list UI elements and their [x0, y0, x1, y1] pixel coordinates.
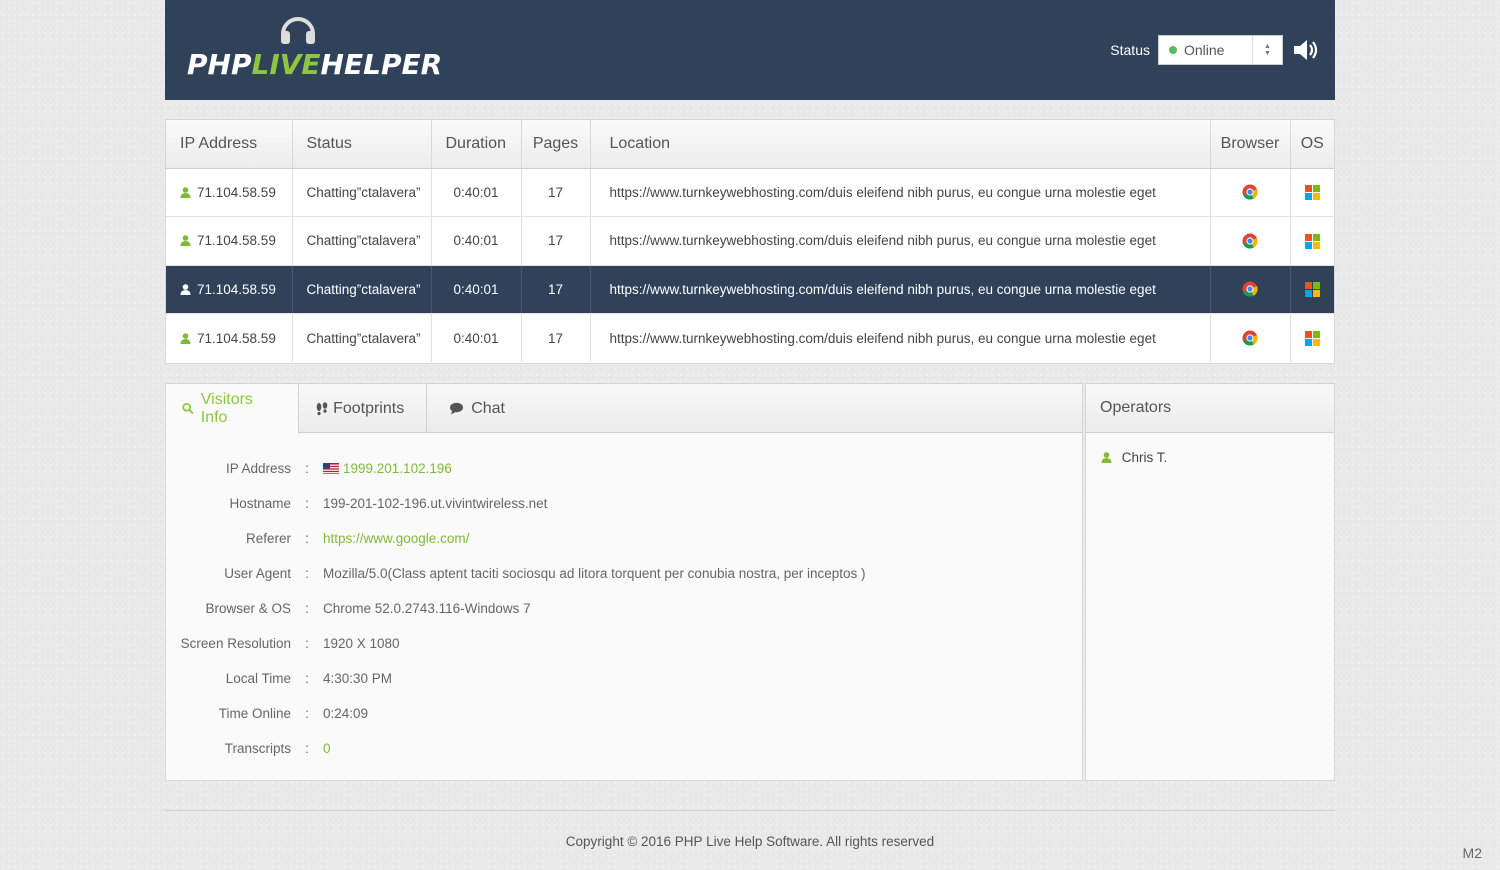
- col-ip-address[interactable]: IP Address: [166, 120, 293, 169]
- cell-duration: 0:40:01: [431, 265, 522, 314]
- tab-footprints[interactable]: Footprints: [299, 384, 428, 433]
- info-row-ip: IP Address : 1999.201.102.196: [225, 461, 452, 476]
- status-label: Status: [1110, 42, 1150, 58]
- cell-pages: 17: [521, 313, 591, 362]
- online-dot-icon: [1169, 46, 1177, 54]
- cell-browser: [1210, 265, 1291, 314]
- logo[interactable]: PHPLIVEHELPER: [187, 12, 442, 87]
- table-header-row: IP Address Status Duration Pages Locatio…: [166, 120, 1334, 169]
- logo-text: PHPLIVEHELPER: [187, 48, 443, 81]
- col-location[interactable]: Location: [590, 120, 1211, 169]
- operators-title: Operators: [1086, 384, 1334, 433]
- cell-browser: [1210, 216, 1291, 266]
- cell-ip: 71.104.58.59: [166, 168, 293, 217]
- select-arrows-icon: ▲ ▼: [1252, 36, 1282, 64]
- info-row-resolution: Screen Resolution : 1920 X 1080: [180, 636, 400, 651]
- cell-location[interactable]: https://www.turnkeywebhosting.com/duis e…: [590, 168, 1211, 217]
- info-row-transcripts: Transcripts : 0: [224, 741, 331, 756]
- cell-pages: 17: [521, 265, 591, 314]
- cell-browser: [1210, 313, 1291, 362]
- search-icon: [182, 402, 194, 415]
- windows-icon: [1304, 282, 1320, 298]
- cell-os: [1290, 265, 1334, 314]
- user-icon: [180, 235, 191, 247]
- col-pages[interactable]: Pages: [521, 120, 591, 169]
- info-row-hostname: Hostname : 199-201-102-196.ut.vivintwire…: [229, 496, 548, 511]
- cell-status: Chatting”ctalavera”: [292, 216, 432, 266]
- info-row-user-agent: User Agent : Mozilla/5.0(Class aptent ta…: [224, 566, 866, 581]
- tab-chat[interactable]: Chat: [427, 384, 1082, 433]
- table-row[interactable]: 71.104.58.59 Chatting”ctalavera” 0:40:01 17…: [166, 216, 1334, 266]
- user-icon: [180, 186, 191, 198]
- cell-status: Chatting”ctalavera”: [292, 265, 432, 314]
- chrome-icon: [1242, 330, 1258, 346]
- tab-visitors-info[interactable]: Visitors Info: [166, 384, 300, 434]
- info-row-browser-os: Browser & OS : Chrome 52.0.2743.116-Wind…: [205, 601, 531, 616]
- table-row[interactable]: 71.104.58.59 Chatting”ctalavera” 0:40:01 17…: [166, 168, 1334, 217]
- status-select[interactable]: Online ▲ ▼: [1158, 35, 1283, 65]
- app-container: PHPLIVEHELPER Status Online ▲ ▼ IP Addre…: [165, 0, 1335, 849]
- col-browser[interactable]: Browser: [1210, 120, 1291, 169]
- col-duration[interactable]: Duration: [431, 120, 522, 169]
- cell-os: [1290, 168, 1334, 217]
- cell-os: [1290, 314, 1334, 363]
- cell-os: [1290, 216, 1334, 266]
- cell-status: Chatting”ctalavera”: [292, 313, 432, 362]
- transcripts-link[interactable]: 0: [323, 741, 331, 756]
- cell-pages: 17: [521, 216, 591, 266]
- col-os[interactable]: OS: [1290, 120, 1334, 169]
- copyright-text: Copyright © 2016 PHP Live Help Software.…: [565, 834, 935, 849]
- chrome-icon: [1242, 281, 1258, 297]
- cell-duration: 0:40:01: [431, 313, 522, 362]
- tab-bar: Visitors Info Footprints Chat: [166, 384, 1082, 434]
- windows-icon: [1304, 185, 1320, 201]
- chrome-icon: [1242, 233, 1258, 249]
- visitor-info-panel: Visitors Info Footprints Chat IP Address…: [165, 383, 1083, 781]
- us-flag-icon: [323, 463, 339, 474]
- windows-icon: [1304, 233, 1320, 249]
- speaker-icon[interactable]: [1291, 35, 1321, 65]
- operators-panel: Operators Chris T.: [1085, 383, 1335, 781]
- user-icon: [1101, 452, 1112, 463]
- footer-divider: [165, 810, 1335, 811]
- status-value: Online: [1184, 42, 1225, 58]
- table-row[interactable]: 71.104.58.59 Chatting”ctalavera” 0:40:01 17…: [166, 265, 1334, 314]
- cell-browser: [1210, 168, 1291, 217]
- visitor-info-list: IP Address : 1999.201.102.196 Hostname :…: [166, 433, 1082, 766]
- cell-duration: 0:40:01: [431, 168, 522, 217]
- table-row[interactable]: 71.104.58.59 Chatting”ctalavera” 0:40:01 17…: [166, 313, 1334, 363]
- cell-location[interactable]: https://www.turnkeywebhosting.com/duis e…: [590, 265, 1211, 314]
- cell-duration: 0:40:01: [431, 216, 522, 266]
- cell-location[interactable]: https://www.turnkeywebhosting.com/duis e…: [590, 216, 1211, 266]
- cell-pages: 17: [521, 168, 591, 217]
- user-icon: [180, 283, 191, 295]
- user-icon: [180, 332, 191, 344]
- info-row-local-time: Local Time : 4:30:30 PM: [225, 671, 393, 686]
- ip-value[interactable]: 1999.201.102.196: [323, 461, 452, 476]
- chat-bubble-icon: [450, 402, 464, 415]
- top-header: PHPLIVEHELPER Status Online ▲ ▼: [165, 0, 1335, 100]
- info-row-referer: Referer : https://www.google.com/: [245, 531, 470, 546]
- cell-ip: 71.104.58.59: [166, 313, 293, 362]
- cell-status: Chatting”ctalavera”: [292, 168, 432, 217]
- status-area: Status Online ▲ ▼: [1110, 35, 1321, 65]
- cell-ip: 71.104.58.59: [166, 216, 293, 266]
- corner-label: M2: [1462, 845, 1482, 861]
- referer-link[interactable]: https://www.google.com/: [323, 531, 469, 546]
- cell-ip: 71.104.58.59: [166, 265, 293, 314]
- visitors-table: IP Address Status Duration Pages Locatio…: [165, 119, 1335, 364]
- col-status[interactable]: Status: [292, 120, 432, 169]
- info-row-time-online: Time Online : 0:24:09: [218, 706, 369, 721]
- cell-location[interactable]: https://www.turnkeywebhosting.com/duis e…: [590, 313, 1211, 362]
- windows-icon: [1304, 330, 1320, 346]
- chrome-icon: [1242, 184, 1258, 200]
- footprints-icon: [316, 401, 328, 415]
- headset-icon: [281, 17, 315, 44]
- operator-item[interactable]: Chris T.: [1086, 433, 1334, 465]
